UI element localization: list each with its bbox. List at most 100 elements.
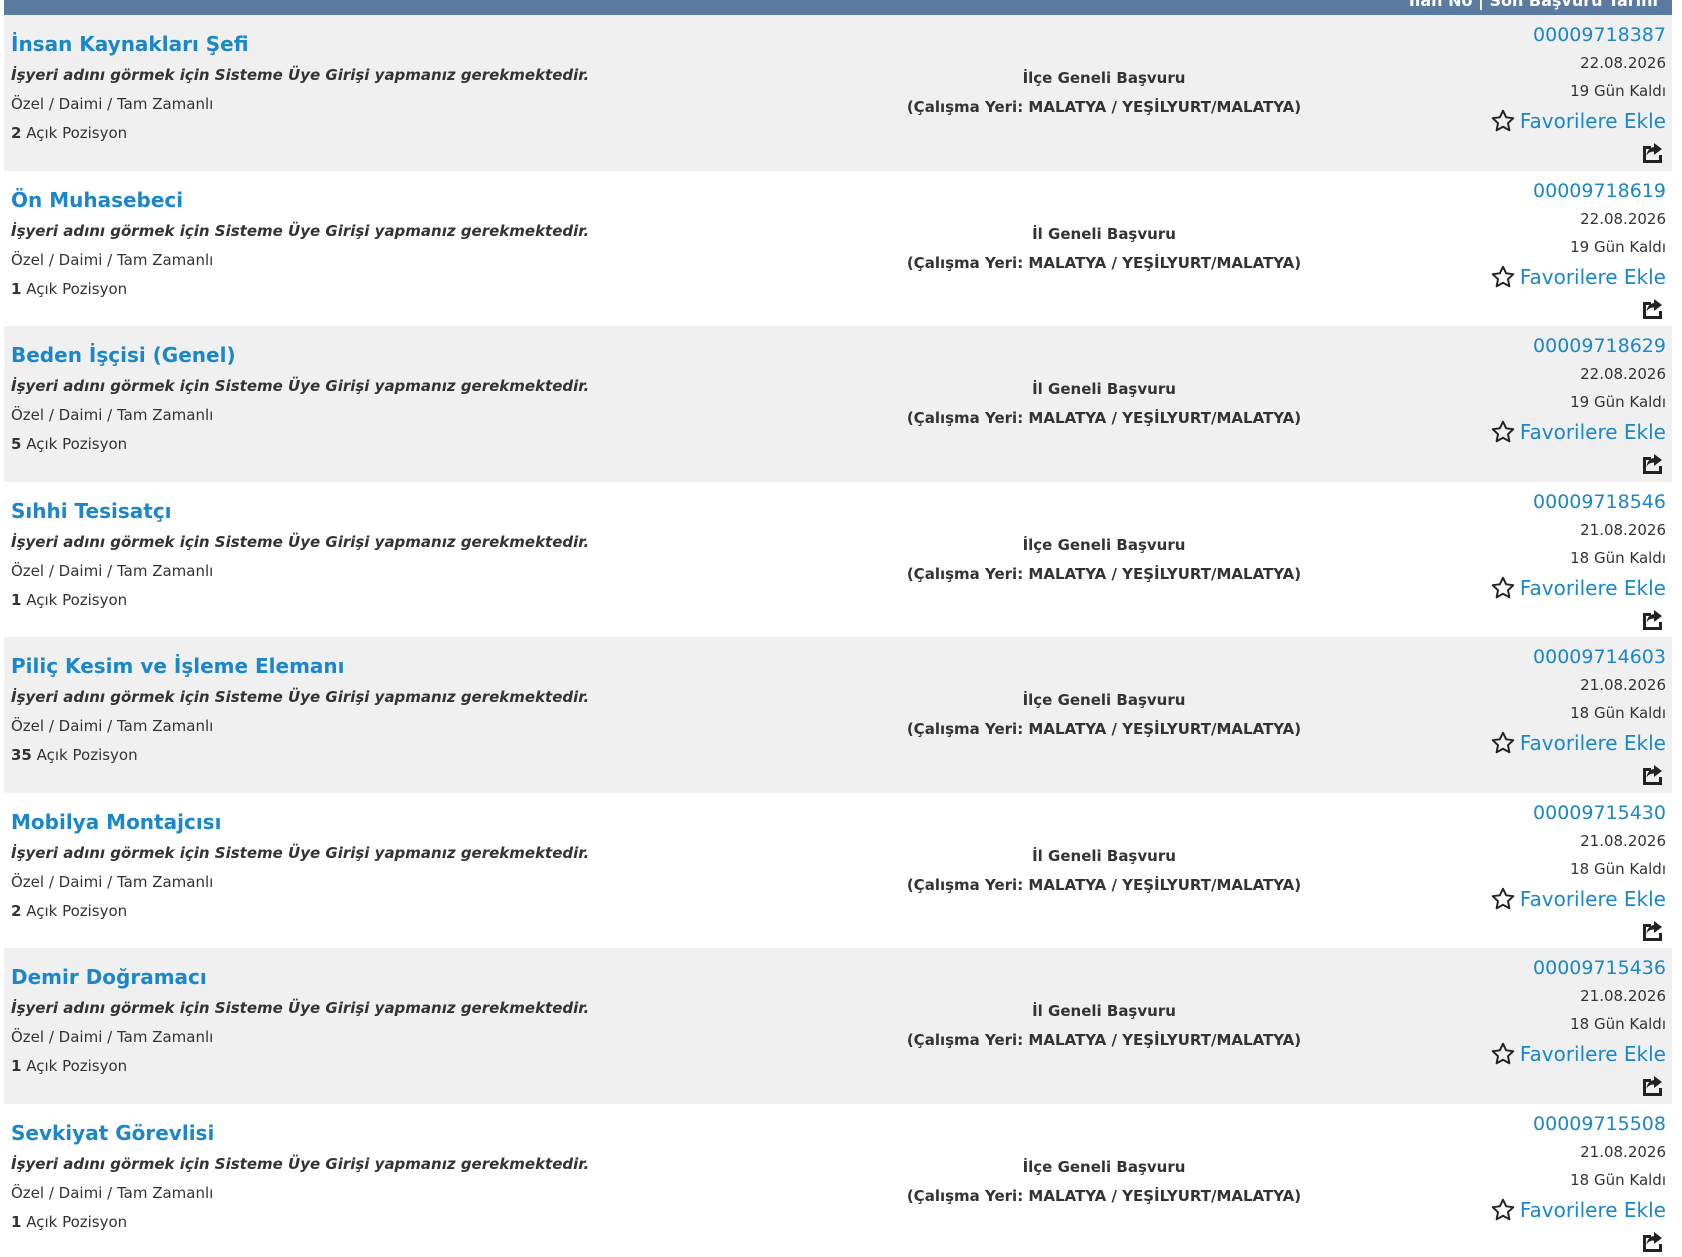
job-info: İnsan Kaynakları Şefi İşyeri adını görme…	[11, 29, 831, 145]
employer-note: İşyeri adını görmek için Sisteme Üye Gir…	[11, 66, 590, 84]
add-to-favorites-label: Favorilere Ekle	[1519, 109, 1666, 133]
add-to-favorites-button[interactable]: Favorilere Ekle	[1490, 261, 1666, 293]
job-title-link[interactable]: Beden İşçisi (Genel)	[11, 340, 831, 370]
share-icon[interactable]	[1640, 918, 1666, 942]
open-positions: 1 Açık Pozisyon	[11, 588, 831, 612]
add-to-favorites-button[interactable]: Favorilere Ekle	[1490, 416, 1666, 448]
share-container	[1306, 918, 1666, 946]
open-positions: 2 Açık Pozisyon	[11, 121, 831, 145]
open-positions-count: 1	[11, 1212, 22, 1231]
job-type: Özel / Daimi / Tam Zamanlı	[11, 872, 214, 891]
share-container	[1306, 296, 1666, 324]
job-meta: 00009714603 21.08.2026 18 Gün Kaldı Favo…	[1306, 643, 1666, 790]
job-meta: 00009718387 22.08.2026 19 Gün Kaldı Favo…	[1306, 21, 1666, 168]
star-outline-icon	[1491, 731, 1515, 754]
ad-number-link[interactable]: 00009715436	[1306, 954, 1666, 982]
share-container	[1306, 607, 1666, 635]
job-title-link[interactable]: Ön Muhasebeci	[11, 185, 831, 215]
work-location: (Çalışma Yeri: MALATYA / YEŞİLYURT/MALAT…	[906, 720, 1302, 738]
application-scope: İl Geneli Başvuru	[1032, 224, 1176, 243]
days-left: 19 Gün Kaldı	[1570, 237, 1666, 256]
share-icon[interactable]	[1640, 1073, 1666, 1097]
add-to-favorites-button[interactable]: Favorilere Ekle	[1490, 105, 1666, 137]
job-title-link[interactable]: Demir Doğramacı	[11, 962, 831, 992]
job-meta: 00009718619 22.08.2026 19 Gün Kaldı Favo…	[1306, 177, 1666, 324]
share-container	[1306, 762, 1666, 790]
employer-note: İşyeri adını görmek için Sisteme Üye Gir…	[11, 999, 590, 1017]
job-scope-info: İlçe Geneli Başvuru (Çalışma Yeri: MALAT…	[824, 66, 1384, 119]
days-left: 18 Gün Kaldı	[1570, 548, 1666, 567]
star-outline-icon	[1491, 1042, 1515, 1065]
job-meta: 00009718546 21.08.2026 18 Gün Kaldı Favo…	[1306, 488, 1666, 635]
ad-number-link[interactable]: 00009718387	[1306, 21, 1666, 49]
deadline-date: 21.08.2026	[1580, 987, 1666, 1005]
days-left: 18 Gün Kaldı	[1570, 704, 1666, 722]
ad-number-link[interactable]: 00009714603	[1306, 643, 1666, 671]
add-to-favorites-button[interactable]: Favorilere Ekle	[1490, 572, 1666, 604]
job-row: Sıhhi Tesisatçı İşyeri adını görmek için…	[4, 481, 1672, 637]
work-location: (Çalışma Yeri: MALATYA / YEŞİLYURT/MALAT…	[906, 253, 1302, 272]
employer-note: İşyeri adını görmek için Sisteme Üye Gir…	[11, 1154, 590, 1173]
open-positions: 1 Açık Pozisyon	[11, 277, 831, 301]
employer-note: İşyeri adını görmek için Sisteme Üye Gir…	[11, 377, 590, 395]
add-to-favorites-label: Favorilere Ekle	[1519, 731, 1666, 755]
job-info: Piliç Kesim ve İşleme Elemanı İşyeri adı…	[11, 651, 831, 767]
job-row: İnsan Kaynakları Şefi İşyeri adını görme…	[4, 15, 1672, 171]
share-icon[interactable]	[1640, 140, 1666, 164]
job-scope-info: İl Geneli Başvuru (Çalışma Yeri: MALATYA…	[824, 844, 1384, 897]
job-type: Özel / Daimi / Tam Zamanlı	[11, 406, 214, 424]
share-container	[1306, 1229, 1666, 1257]
ad-number-link[interactable]: 00009715430	[1306, 799, 1666, 827]
open-positions: 1 Açık Pozisyon	[11, 1210, 831, 1234]
share-icon[interactable]	[1640, 296, 1666, 320]
job-title-link[interactable]: Sıhhi Tesisatçı	[11, 496, 831, 526]
job-scope-info: İl Geneli Başvuru (Çalışma Yeri: MALATYA…	[824, 377, 1384, 430]
open-positions-label: Açık Pozisyon	[21, 1057, 128, 1075]
ad-number-link[interactable]: 00009718629	[1306, 332, 1666, 360]
days-left: 19 Gün Kaldı	[1570, 393, 1666, 411]
job-row: Mobilya Montajcısı İşyeri adını görmek i…	[4, 792, 1672, 948]
job-scope-info: İlçe Geneli Başvuru (Çalışma Yeri: MALAT…	[824, 533, 1384, 586]
job-title-link[interactable]: Mobilya Montajcısı	[11, 807, 831, 837]
ad-number-link[interactable]: 00009718546	[1306, 488, 1666, 516]
job-type: Özel / Daimi / Tam Zamanlı	[11, 561, 214, 580]
add-to-favorites-button[interactable]: Favorilere Ekle	[1490, 727, 1666, 759]
job-title-link[interactable]: Sevkiyat Görevlisi	[11, 1118, 831, 1148]
star-outline-icon	[1491, 887, 1515, 909]
work-location: (Çalışma Yeri: MALATYA / YEŞİLYURT/MALAT…	[906, 98, 1302, 116]
employer-note: İşyeri adını görmek için Sisteme Üye Gir…	[11, 688, 590, 706]
job-info: Ön Muhasebeci İşyeri adını görmek için S…	[11, 185, 831, 301]
job-info: Mobilya Montajcısı İşyeri adını görmek i…	[11, 807, 831, 923]
share-container	[1306, 140, 1666, 168]
employer-note: İşyeri adını görmek için Sisteme Üye Gir…	[11, 221, 590, 240]
open-positions-label: Açık Pozisyon	[31, 746, 138, 764]
share-icon[interactable]	[1640, 762, 1666, 786]
days-left: 19 Gün Kaldı	[1570, 82, 1666, 100]
open-positions-count: 35	[11, 746, 32, 764]
job-scope-info: İl Geneli Başvuru (Çalışma Yeri: MALATYA…	[824, 222, 1384, 275]
open-positions-label: Açık Pozisyon	[21, 901, 128, 920]
work-location: (Çalışma Yeri: MALATYA / YEŞİLYURT/MALAT…	[906, 1186, 1302, 1205]
deadline-date: 22.08.2026	[1580, 365, 1666, 383]
share-icon[interactable]	[1640, 451, 1666, 475]
open-positions-label: Açık Pozisyon	[21, 1212, 128, 1231]
add-to-favorites-button[interactable]: Favorilere Ekle	[1490, 883, 1666, 915]
open-positions-count: 2	[11, 124, 22, 142]
work-location: (Çalışma Yeri: MALATYA / YEŞİLYURT/MALAT…	[906, 564, 1302, 583]
share-icon[interactable]	[1640, 607, 1666, 631]
open-positions-count: 1	[11, 279, 22, 298]
open-positions: 1 Açık Pozisyon	[11, 1054, 831, 1078]
job-title-link[interactable]: İnsan Kaynakları Şefi	[11, 29, 831, 59]
share-icon[interactable]	[1640, 1229, 1666, 1253]
star-outline-icon	[1491, 109, 1515, 132]
ad-number-link[interactable]: 00009715508	[1306, 1110, 1666, 1138]
ad-number-link[interactable]: 00009718619	[1306, 177, 1666, 205]
add-to-favorites-button[interactable]: Favorilere Ekle	[1490, 1038, 1666, 1070]
application-scope: İl Geneli Başvuru	[1032, 846, 1176, 865]
application-scope: İl Geneli Başvuru	[1032, 380, 1176, 398]
application-scope: İlçe Geneli Başvuru	[1022, 69, 1186, 87]
deadline-date: 21.08.2026	[1580, 831, 1666, 850]
job-title-link[interactable]: Piliç Kesim ve İşleme Elemanı	[11, 651, 831, 681]
add-to-favorites-button[interactable]: Favorilere Ekle	[1490, 1194, 1666, 1226]
star-outline-icon	[1491, 265, 1515, 287]
